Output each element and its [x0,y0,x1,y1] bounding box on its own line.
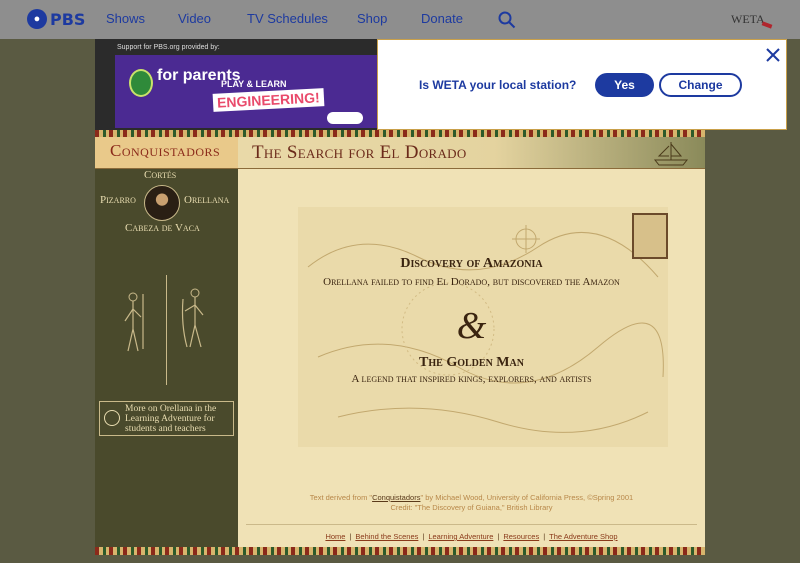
ad-tagline: PLAY & LEARN [221,79,287,89]
nav-shows[interactable]: Shows [106,11,145,26]
nav-shop[interactable]: Shop [357,11,387,26]
station-logo[interactable]: WETA [731,12,765,27]
credit-pre: Text derived from " [309,493,373,502]
bottom-decorative-border [95,547,705,555]
pbs-logo[interactable]: ● PBS [27,9,85,29]
discovery-subheading: Orellana failed to find El Dorado, but d… [323,276,620,288]
top-nav: ● PBS Shows Video TV Schedules Shop Dona… [0,0,800,39]
footer-adventure-shop[interactable]: The Adventure Shop [549,532,617,541]
learning-adventure-text: More on Orellana in the Learning Adventu… [125,404,217,434]
footer-learning-adventure[interactable]: Learning Adventure [428,532,493,541]
station-popup: Is WETA your local station? Yes Change [377,39,787,130]
link-cortes[interactable]: Cortés [144,169,176,181]
nav-video[interactable]: Video [178,11,211,26]
native-figure-right-icon [181,288,204,348]
orellana-portrait-icon [632,213,668,259]
footer-behind-scenes[interactable]: Behind the Scenes [355,532,418,541]
station-logo-swoosh [761,21,773,29]
link-cabeza-de-vaca[interactable]: Cabeza de Vaca [125,222,200,234]
conquistador-portrait[interactable] [144,185,180,221]
golden-man-heading[interactable]: The Golden Man [238,355,705,371]
ad-support-text: Support for PBS.org provided by: [117,44,220,51]
conquistadors-logo-text: Conquistadors [110,141,221,160]
credit-line-1: Text derived from "Conquistadors" by Mic… [238,493,705,502]
page-title-bar: The Search for El Dorado [238,137,705,169]
figure-divider [166,275,167,385]
close-icon[interactable] [766,48,780,62]
page-title: The Search for El Dorado [252,142,467,163]
conquistadors-book-link[interactable]: Conquistadors [372,493,420,502]
footer-links: Home | Behind the Scenes | Learning Adventur… [325,532,618,541]
ad-banner[interactable]: for parents PLAY & LEARN ENGINEERING! [115,55,377,128]
native-figure-left-icon [124,292,144,352]
credit-line-2: Credit: "The Discovery of Guiana," Briti… [390,503,553,512]
ad-headline: ENGINEERING! [212,88,325,112]
search-icon[interactable] [498,11,516,29]
left-panel: Conquistadors Cortés Pizarro Orellana Ca… [95,137,238,547]
learning-adventure-link[interactable]: More on Orellana in the Learning Adventu… [99,401,234,436]
station-question: Is WETA your local station? [419,78,577,92]
nav-tv-schedules[interactable]: TV Schedules [247,11,328,26]
ship-icon [653,142,689,166]
link-orellana[interactable]: Orellana [184,194,229,206]
nav-donate[interactable]: Donate [421,11,463,26]
compass-rose-icon [104,410,120,426]
footer-home[interactable]: Home [325,532,345,541]
pbs-head-icon: ● [27,9,47,29]
cloud-icon [327,112,363,124]
change-button[interactable]: Change [659,73,742,97]
footer-resources[interactable]: Resources [503,532,539,541]
yes-button[interactable]: Yes [595,73,654,97]
golden-man-subheading: A legend that inspired kings, explorers,… [351,373,592,385]
footer-divider [246,524,697,525]
conquistadors-logo[interactable]: Conquistadors [95,137,238,169]
main-content: Discovery of Amazonia Orellana failed to… [238,169,705,547]
credit-post: " by Michael Wood, University of Califor… [420,493,634,502]
discovery-heading[interactable]: Discovery of Amazonia [238,256,705,272]
link-pizarro[interactable]: Pizarro [100,194,136,206]
pbs-logo-text: PBS [50,9,86,29]
pbs-kids-icon [129,69,153,97]
ampersand: & [456,305,487,347]
